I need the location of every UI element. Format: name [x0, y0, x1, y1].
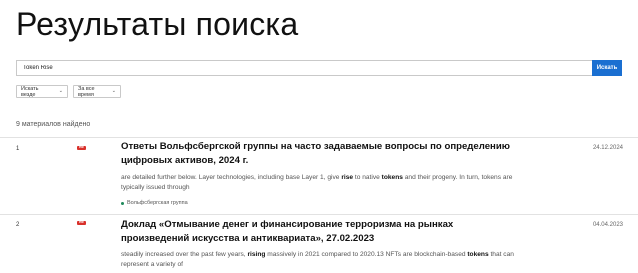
source-dot-icon	[121, 201, 124, 205]
page-title: Результаты поиска	[16, 6, 299, 42]
divider	[0, 214, 638, 215]
period-filter-label: За все время	[78, 85, 95, 98]
pdf-badge-label: PDF	[78, 221, 85, 224]
result-number: 2	[16, 222, 20, 228]
divider	[0, 137, 638, 138]
result-date: 24.12.2024	[592, 145, 623, 151]
result-snippet: steadily increased over the past few yea…	[121, 251, 514, 268]
result-title-link[interactable]: Ответы Вольфсбергской группы на часто за…	[121, 140, 516, 168]
scope-filter-label: Искать везде	[21, 85, 39, 98]
result-source[interactable]: Вольфсбергская группа	[121, 200, 188, 206]
result-title-link[interactable]: Доклад «Отмывание денег и финансирование…	[121, 218, 516, 246]
scope-filter-select[interactable]: Искать везде ⌄	[16, 85, 68, 98]
period-filter-select[interactable]: За все время ⌄	[73, 85, 121, 98]
result-source-label: Вольфсбергская группа	[127, 200, 188, 206]
search-bar: Искать	[16, 60, 622, 76]
pdf-badge-label: PDF	[78, 146, 85, 149]
search-button[interactable]: Искать	[592, 60, 622, 76]
chevron-down-icon: ⌄	[58, 88, 63, 94]
results-count: 9 материалов найдено	[16, 121, 91, 128]
pdf-badge-icon: PDF	[77, 146, 86, 150]
result-snippet: are detailed further below. Layer techno…	[121, 174, 513, 191]
result-number: 1	[16, 146, 20, 152]
filters: Искать везде ⌄ За все время ⌄	[16, 85, 121, 98]
search-input[interactable]	[16, 60, 592, 76]
pdf-badge-icon: PDF	[77, 221, 86, 225]
result-date: 04.04.2023	[592, 222, 623, 228]
chevron-down-icon: ⌄	[111, 88, 116, 94]
